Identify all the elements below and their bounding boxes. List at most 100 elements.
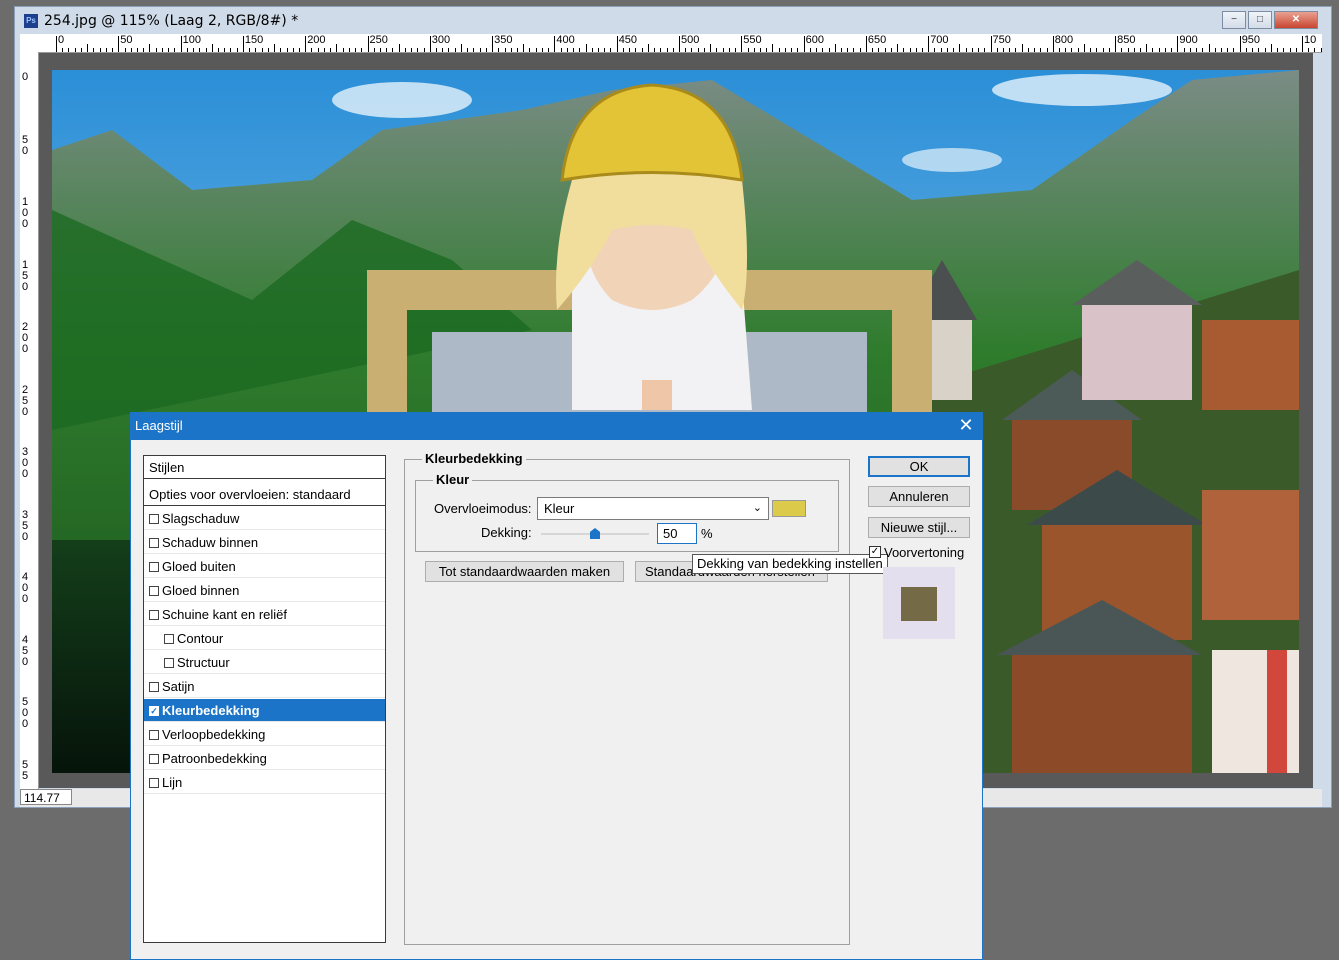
- ruler-tick: [417, 48, 419, 52]
- ruler-tick: [840, 48, 842, 52]
- style-item[interactable]: Structuur: [144, 651, 385, 674]
- ruler-tick: [1146, 44, 1148, 52]
- ruler-tick: [292, 48, 294, 52]
- ruler-tick: [791, 48, 793, 52]
- new-style-button[interactable]: Nieuwe stijl...: [868, 517, 970, 538]
- cancel-button[interactable]: Annuleren: [868, 486, 970, 507]
- style-checkbox[interactable]: [149, 609, 159, 620]
- ruler-tick: [1034, 48, 1036, 52]
- ruler-tick: [660, 48, 662, 52]
- ruler-tick: [442, 48, 444, 52]
- ruler-tick: [822, 48, 824, 52]
- ruler-tick: [1177, 36, 1179, 52]
- ruler-label: 0: [58, 34, 65, 46]
- style-checkbox[interactable]: [164, 633, 174, 644]
- ruler-tick: [978, 48, 980, 52]
- restore-icon[interactable]: □: [1248, 11, 1272, 29]
- close-icon[interactable]: ✕: [956, 415, 976, 436]
- ruler-tick: [566, 48, 568, 52]
- ruler-tick: [1046, 48, 1048, 52]
- ruler-tick: [1108, 48, 1110, 52]
- ruler-tick: [996, 48, 998, 52]
- ruler-tick: [990, 36, 992, 52]
- ok-button[interactable]: OK: [868, 456, 970, 477]
- ruler-tick: [1208, 44, 1210, 52]
- ruler-tick: [479, 48, 481, 52]
- ruler-tick: [629, 48, 631, 52]
- opacity-input[interactable]: 50: [657, 523, 697, 544]
- ruler-tick: [921, 48, 923, 52]
- ruler-tick: [735, 48, 737, 52]
- style-checkbox[interactable]: [149, 585, 159, 596]
- styles-header[interactable]: Stijlen: [144, 456, 385, 479]
- style-item[interactable]: Gloed buiten: [144, 555, 385, 578]
- style-item[interactable]: Gloed binnen: [144, 579, 385, 602]
- preview-label: Voorvertoning: [884, 545, 965, 560]
- style-item[interactable]: Verloopbedekking: [144, 723, 385, 746]
- ruler-tick: [1164, 48, 1166, 52]
- style-item[interactable]: ✓ Kleurbedekking: [144, 699, 385, 722]
- ruler-label: 700: [930, 34, 949, 46]
- style-checkbox[interactable]: ✓: [149, 705, 159, 716]
- style-checkbox[interactable]: [149, 513, 159, 524]
- style-checkbox[interactable]: [149, 729, 159, 740]
- ruler-label: 150: [244, 34, 264, 46]
- ruler-tick: [1183, 48, 1185, 52]
- ruler-horizontal[interactable]: 0 50 100 150 200 250 300 350 400 450 500 550 600 650 7…: [20, 34, 1322, 53]
- ruler-label: 5 0 0: [22, 696, 29, 730]
- style-item[interactable]: Slagschaduw: [144, 507, 385, 530]
- minimize-icon[interactable]: −: [1222, 11, 1246, 29]
- style-item[interactable]: Satijn: [144, 675, 385, 698]
- ruler-label: 5 5: [22, 758, 29, 782]
- ruler-tick: [267, 48, 269, 52]
- style-checkbox[interactable]: [164, 657, 174, 668]
- ruler-tick: [136, 48, 138, 52]
- ruler-tick: [685, 48, 687, 52]
- ruler-tick: [317, 48, 319, 52]
- ruler-tick: [168, 48, 170, 52]
- ruler-vertical[interactable]: 0 5 0 1 0 0 1 5 0 2 0 0 2 5 0 3 0 0 3 5 0 4 0 0 4…: [20, 52, 39, 792]
- ruler-tick: [1227, 48, 1229, 52]
- ruler-tick: [1140, 48, 1142, 52]
- ruler-label: 500: [681, 34, 700, 46]
- ruler-tick: [703, 48, 705, 52]
- dialog-titlebar[interactable]: [130, 412, 983, 440]
- blend-mode-label: Overvloeimodus:: [434, 501, 532, 516]
- style-item[interactable]: Schaduw binnen: [144, 531, 385, 554]
- ruler-tick: [865, 36, 867, 52]
- ruler-label: 4 0 0: [22, 571, 29, 605]
- ruler-tick: [311, 48, 313, 52]
- ruler-label: 900: [1179, 34, 1198, 46]
- ruler-tick: [722, 48, 724, 52]
- blend-options-item[interactable]: Opties voor overvloeien: standaard: [144, 483, 385, 506]
- style-checkbox[interactable]: [149, 777, 159, 788]
- style-checkbox[interactable]: [149, 561, 159, 572]
- style-item-label: Verloopbedekking: [162, 727, 266, 742]
- style-item[interactable]: Schuine kant en reliëf: [144, 603, 385, 626]
- ruler-label: 800: [1054, 34, 1074, 46]
- ruler-tick: [697, 48, 699, 52]
- ruler-tick: [666, 48, 668, 52]
- ruler-tick: [759, 48, 761, 52]
- ruler-tick: [498, 48, 500, 52]
- blend-mode-select[interactable]: Kleur ⌄: [537, 497, 769, 520]
- ruler-tick: [1214, 48, 1216, 52]
- style-checkbox[interactable]: [149, 681, 159, 692]
- overlay-color-swatch[interactable]: [772, 500, 806, 517]
- style-item[interactable]: Contour: [144, 627, 385, 650]
- ruler-tick: [1015, 48, 1017, 52]
- style-checkbox[interactable]: [149, 537, 159, 548]
- ruler-tick: [74, 48, 76, 52]
- style-checkbox[interactable]: [149, 753, 159, 764]
- ruler-tick: [535, 48, 537, 52]
- preview-checkbox[interactable]: ✓: [869, 546, 881, 558]
- ruler-tick: [411, 48, 413, 52]
- ruler-tick: [155, 48, 157, 52]
- zoom-input[interactable]: 114.77: [20, 789, 72, 805]
- make-default-button[interactable]: Tot standaardwaarden maken: [425, 561, 624, 582]
- style-item[interactable]: Patroonbedekking: [144, 747, 385, 770]
- style-item[interactable]: Lijn: [144, 771, 385, 794]
- ruler-label: 750: [992, 34, 1011, 46]
- close-window-icon[interactable]: ✕: [1274, 11, 1318, 29]
- ruler-tick: [386, 48, 388, 52]
